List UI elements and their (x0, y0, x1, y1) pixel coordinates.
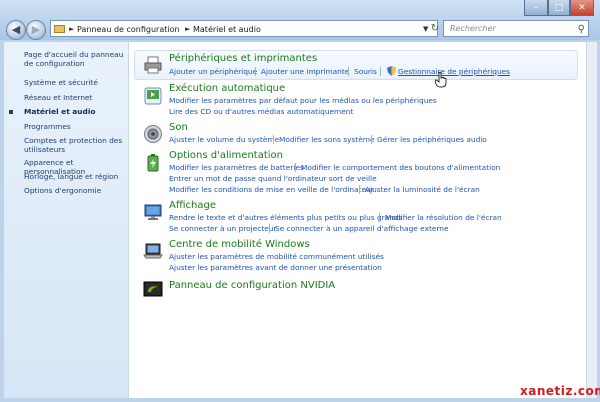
sidebar-item-user-accounts[interactable]: Comptes et protection des utilisateurs (24, 136, 128, 154)
search-icon[interactable]: ⚲ (578, 22, 585, 37)
back-button[interactable]: ◀ (6, 20, 26, 40)
minimize-button[interactable]: – (524, 0, 548, 16)
manage-audio-devices-link[interactable]: Gérer les périphériques audio (377, 135, 487, 144)
category-display-title[interactable]: Affichage (169, 200, 216, 211)
sidebar-item-programs[interactable]: Programmes (24, 122, 128, 131)
vertical-scrollbar[interactable] (586, 42, 597, 398)
breadcrumb-hardware-sound[interactable]: Matériel et audio (193, 21, 261, 38)
breadcrumb-control-panel[interactable]: Panneau de configuration (77, 21, 180, 38)
printer-icon (144, 56, 162, 74)
power-buttons-link[interactable]: Modifier le comportement des boutons d'a… (301, 163, 500, 172)
laptop-icon (143, 243, 163, 259)
watermark: xanetiz.com (520, 384, 600, 398)
autoplay-cds-link[interactable]: Lire des CD ou d'autres médias automatiq… (169, 107, 353, 116)
link-separator (359, 185, 360, 194)
sidebar-item-ease-of-access[interactable]: Options d'ergonomie (24, 186, 128, 195)
link-separator (269, 224, 270, 233)
presentation-settings-link[interactable]: Ajuster les paramètres avant de donner u… (169, 263, 382, 272)
sidebar-item-system-security[interactable]: Système et sécurité (24, 78, 128, 87)
device-manager-link[interactable]: Gestionnaire de périphériques (398, 67, 510, 76)
text-size-link[interactable]: Rendre le texte et d'autres éléments plu… (169, 213, 402, 222)
battery-power-icon (147, 154, 159, 172)
change-sounds-link[interactable]: Modifier les sons système (279, 135, 375, 144)
main-content: Périphériques et imprimantes Ajouter un … (128, 42, 587, 398)
breadcrumb-separator-icon: ► (185, 25, 191, 33)
sidebar-item-control-panel-home[interactable]: Page d'accueil du panneau de configurati… (24, 50, 128, 68)
link-separator (295, 163, 296, 172)
current-item-bullet-icon (9, 110, 13, 114)
battery-settings-link[interactable]: Modifier les paramètres de batteries (169, 163, 304, 172)
link-separator (380, 67, 381, 76)
search-placeholder: Rechercher (450, 24, 496, 33)
screen-resolution-link[interactable]: Modifier la résolution de l'écran (385, 213, 502, 222)
autoplay-icon (144, 87, 162, 105)
category-mobility-center-title[interactable]: Centre de mobilité Windows (169, 239, 310, 250)
category-sound-title[interactable]: Son (169, 122, 188, 133)
monitor-icon (144, 204, 162, 220)
sidebar-item-network-internet[interactable]: Réseau et Internet (24, 93, 128, 102)
close-button[interactable]: ✕ (570, 0, 594, 16)
link-separator (273, 135, 274, 144)
control-panel-folder-icon (54, 25, 65, 33)
sidebar-item-hardware-sound[interactable]: Matériel et audio (24, 107, 128, 116)
link-separator (379, 213, 380, 222)
address-bar[interactable]: ► Panneau de configuration ► Matériel et… (50, 20, 438, 37)
sidebar: Page d'accueil du panneau de configurati… (4, 42, 128, 398)
category-power-options-title[interactable]: Options d'alimentation (169, 150, 283, 161)
category-nvidia-title[interactable]: Panneau de configuration NVIDIA (169, 280, 335, 291)
wake-password-link[interactable]: Entrer un mot de passe quand l'ordinateu… (169, 174, 377, 183)
add-printer-link[interactable]: Ajouter une imprimante (261, 67, 349, 76)
nvidia-icon (143, 281, 163, 297)
external-display-link[interactable]: Se connecter à un appareil d'affichage e… (275, 224, 449, 233)
breadcrumb-separator-icon: ► (69, 25, 75, 33)
category-autoplay-title[interactable]: Exécution automatique (169, 83, 285, 94)
maximize-button[interactable]: □ (548, 0, 570, 16)
mobility-settings-link[interactable]: Ajuster les paramètres de mobilité commu… (169, 252, 384, 261)
category-devices-printers-title[interactable]: Périphériques et imprimantes (169, 53, 317, 64)
refresh-icon[interactable]: ↻ (428, 20, 442, 37)
control-panel-window: – □ ✕ ◀ ▶ ► Panneau de configuration ► M… (0, 0, 600, 402)
mouse-link[interactable]: Souris (354, 67, 377, 76)
projector-link[interactable]: Se connecter à un projecteur (169, 224, 277, 233)
admin-shield-icon (387, 66, 396, 76)
forward-button[interactable]: ▶ (26, 20, 46, 40)
adjust-volume-link[interactable]: Ajuster le volume du système (169, 135, 279, 144)
link-separator (348, 67, 349, 76)
link-separator (255, 67, 256, 76)
link-separator (371, 135, 372, 144)
hand-pointer-icon (435, 72, 447, 88)
search-input[interactable]: Rechercher ⚲ (443, 20, 589, 37)
brightness-link[interactable]: Ajuster la luminosité de l'écran (365, 185, 480, 194)
sleep-settings-link[interactable]: Modifier les conditions de mise en veill… (169, 185, 374, 194)
speaker-icon (144, 125, 162, 143)
title-bar: – □ ✕ ◀ ▶ ► Panneau de configuration ► M… (0, 0, 600, 40)
add-device-link[interactable]: Ajouter un périphérique (169, 67, 257, 76)
autoplay-defaults-link[interactable]: Modifier les paramètres par défaut pour … (169, 96, 437, 105)
sidebar-item-clock-language[interactable]: Horloge, langue et région (24, 172, 128, 181)
